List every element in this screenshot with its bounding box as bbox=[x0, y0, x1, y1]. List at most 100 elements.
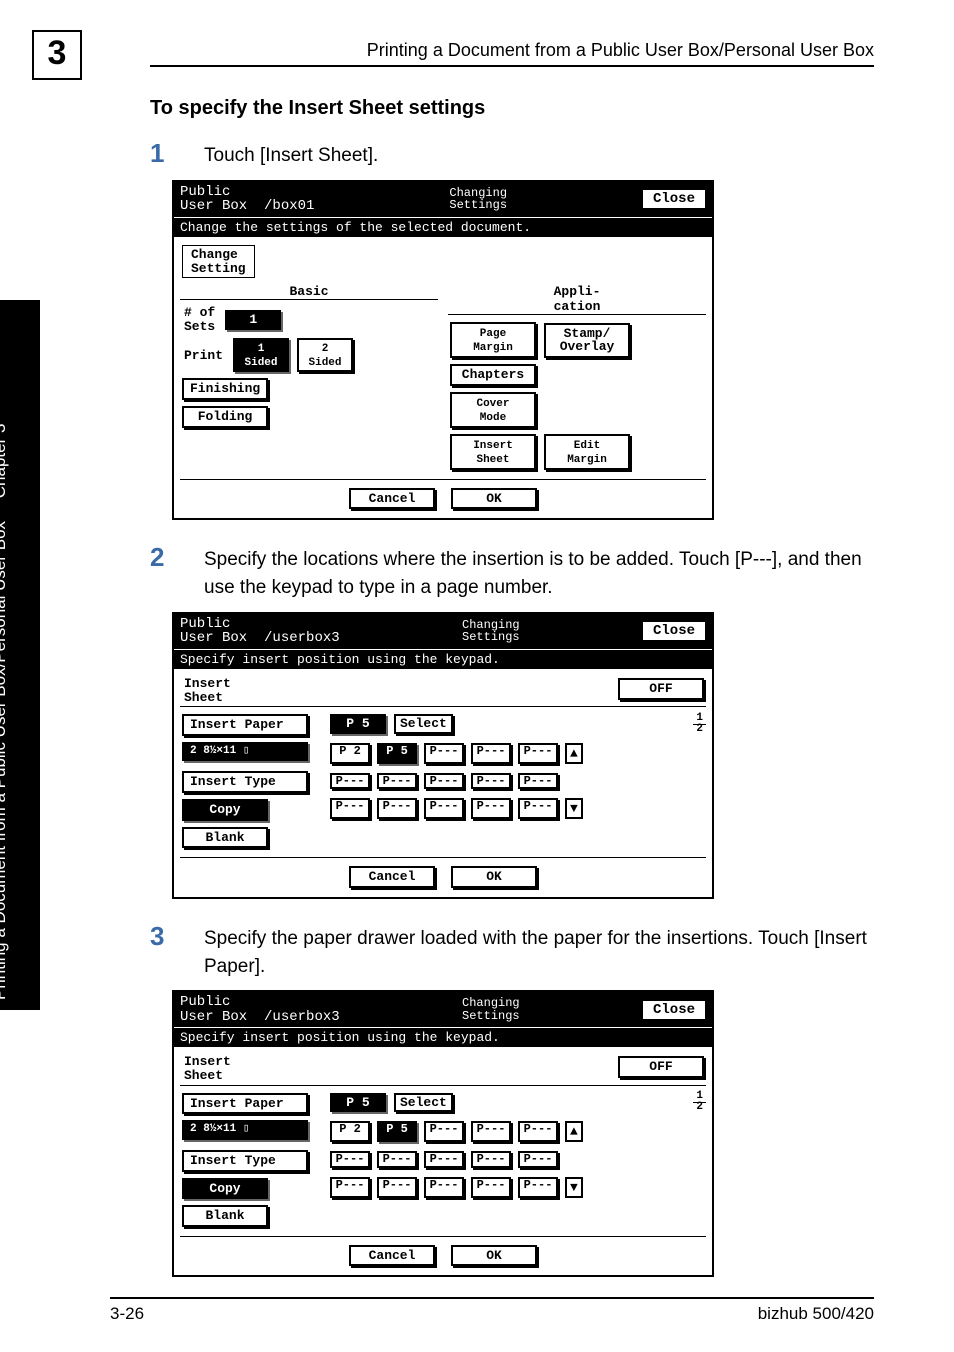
cover-mode-button[interactable]: CoverMode bbox=[450, 392, 536, 428]
sets-value[interactable]: 1 bbox=[225, 310, 281, 330]
footer-page-num: 3-26 bbox=[110, 1304, 144, 1324]
insert-paper-button[interactable]: Insert Paper bbox=[182, 714, 308, 736]
two-sided-button[interactable]: 2Sided bbox=[297, 338, 353, 372]
p-slot[interactable]: P--- bbox=[518, 1151, 558, 1168]
close-button[interactable]: Close bbox=[642, 189, 706, 209]
screenshot-2: Public User Box /userbox3 ChangingSettin… bbox=[172, 612, 874, 899]
p-slot[interactable]: P--- bbox=[518, 798, 558, 819]
step-2-num: 2 bbox=[150, 542, 204, 601]
cancel-button[interactable]: Cancel bbox=[349, 1245, 435, 1267]
blank-button[interactable]: Blank bbox=[182, 1205, 268, 1227]
edit-margin-button[interactable]: EditMargin bbox=[544, 434, 630, 470]
insert-paper-button[interactable]: Insert Paper bbox=[182, 1093, 308, 1115]
up-arrow[interactable]: ▲ bbox=[565, 1121, 583, 1142]
p-slot[interactable]: P--- bbox=[424, 798, 464, 819]
tray-indicator[interactable]: 2 8½×11 ▯ bbox=[182, 742, 308, 762]
p-slot[interactable]: P--- bbox=[377, 773, 417, 790]
p-slot[interactable]: P--- bbox=[471, 1177, 511, 1198]
p-slot[interactable]: P--- bbox=[518, 773, 558, 790]
screenshot-1: Public User Box /box01 ChangingSettings … bbox=[172, 180, 874, 521]
step-3-text: Specify the paper drawer loaded with the… bbox=[204, 921, 874, 980]
page-footer: 3-26 bizhub 500/420 bbox=[0, 1297, 954, 1324]
insert-type-button[interactable]: Insert Type bbox=[182, 771, 308, 793]
one-sided-button[interactable]: 1Sided bbox=[233, 338, 289, 372]
p-slot[interactable]: P--- bbox=[377, 1177, 417, 1198]
cancel-button[interactable]: Cancel bbox=[349, 488, 435, 510]
p-slot[interactable]: P--- bbox=[330, 798, 370, 819]
side-black-tab: Printing a Document from a Public User B… bbox=[0, 300, 40, 1010]
select-button[interactable]: Select bbox=[394, 1093, 453, 1113]
section-title: To specify the Insert Sheet settings bbox=[150, 97, 874, 120]
p-slot[interactable]: P--- bbox=[518, 1177, 558, 1198]
off-button[interactable]: OFF bbox=[618, 678, 704, 700]
step-3: 3 Specify the paper drawer loaded with t… bbox=[150, 921, 874, 980]
chapter-number: 3 bbox=[32, 30, 82, 80]
p-slot[interactable]: P--- bbox=[330, 1151, 370, 1168]
ok-button[interactable]: OK bbox=[451, 1245, 537, 1267]
insert-type-button[interactable]: Insert Type bbox=[182, 1150, 308, 1172]
up-arrow[interactable]: ▲ bbox=[565, 743, 583, 764]
step-1-text: Touch [Insert Sheet]. bbox=[204, 138, 378, 170]
p-slot[interactable]: P--- bbox=[471, 1121, 511, 1142]
p-slot[interactable]: P--- bbox=[424, 1177, 464, 1198]
step-2-text: Specify the locations where the insertio… bbox=[204, 542, 874, 601]
tray-indicator[interactable]: 2 8½×11 ▯ bbox=[182, 1120, 308, 1140]
p-slot[interactable]: P 5 bbox=[377, 1121, 417, 1142]
p-slot[interactable]: P 5 bbox=[377, 743, 417, 764]
s3-title2: User Box bbox=[180, 1009, 247, 1025]
insert-sheet-button[interactable]: InsertSheet bbox=[450, 434, 536, 470]
footer-model: bizhub 500/420 bbox=[758, 1304, 874, 1324]
p-slot[interactable]: P--- bbox=[424, 1121, 464, 1142]
s1-path: /box01 bbox=[264, 198, 314, 214]
copy-button[interactable]: Copy bbox=[182, 799, 268, 821]
s3-instruction: Specify insert position using the keypad… bbox=[174, 1027, 712, 1047]
s1-appli1: Appli- bbox=[554, 284, 601, 299]
off-button[interactable]: OFF bbox=[618, 1056, 704, 1078]
p-slot[interactable]: P--- bbox=[377, 798, 417, 819]
cancel-button[interactable]: Cancel bbox=[349, 866, 435, 888]
p-slot[interactable]: P--- bbox=[471, 798, 511, 819]
p-slot[interactable]: P--- bbox=[424, 773, 464, 790]
ok-button[interactable]: OK bbox=[451, 866, 537, 888]
p-slot[interactable]: P--- bbox=[424, 1151, 464, 1168]
step-2: 2 Specify the locations where the insert… bbox=[150, 542, 874, 601]
close-button[interactable]: Close bbox=[642, 621, 706, 641]
p-slot[interactable]: P--- bbox=[424, 743, 464, 764]
step-3-num: 3 bbox=[150, 921, 204, 980]
step-1: 1 Touch [Insert Sheet]. bbox=[150, 138, 874, 170]
page-fraction: 12 bbox=[693, 714, 706, 735]
page-fraction: 12 bbox=[693, 1092, 706, 1113]
p-slot[interactable]: P--- bbox=[377, 1151, 417, 1168]
p-slot[interactable]: P 2 bbox=[330, 743, 370, 764]
running-header-text: Printing a Document from a Public User B… bbox=[150, 40, 874, 61]
finishing-button[interactable]: Finishing bbox=[182, 378, 268, 400]
blank-button[interactable]: Blank bbox=[182, 827, 268, 849]
step-1-num: 1 bbox=[150, 138, 204, 170]
s1-appli2: cation bbox=[554, 299, 601, 314]
p-slot[interactable]: P--- bbox=[330, 773, 370, 790]
s3-title1: Public bbox=[180, 995, 340, 1010]
select-button[interactable]: Select bbox=[394, 714, 453, 734]
page-margin-button[interactable]: PageMargin bbox=[450, 322, 536, 358]
p-slot[interactable]: P--- bbox=[330, 1177, 370, 1198]
stamp-overlay-button[interactable]: Stamp/ Overlay bbox=[544, 323, 630, 358]
p-slot[interactable]: P--- bbox=[471, 1151, 511, 1168]
s3-sec2: Sheet bbox=[184, 1068, 223, 1083]
p-slot[interactable]: P--- bbox=[471, 743, 511, 764]
down-arrow[interactable]: ▼ bbox=[565, 798, 583, 819]
folding-button[interactable]: Folding bbox=[182, 406, 268, 428]
p-slot[interactable]: P--- bbox=[518, 1121, 558, 1142]
s2-sec2: Sheet bbox=[184, 690, 223, 705]
p-slot[interactable]: P--- bbox=[518, 743, 558, 764]
sidebar-section: Printing a Document from a Public User B… bbox=[0, 521, 9, 1000]
s2-instruction: Specify insert position using the keypad… bbox=[174, 649, 712, 669]
s3-path: /userbox3 bbox=[264, 1009, 340, 1025]
copy-button[interactable]: Copy bbox=[182, 1178, 268, 1200]
chapters-button[interactable]: Chapters bbox=[450, 364, 536, 386]
close-button[interactable]: Close bbox=[642, 1000, 706, 1020]
down-arrow[interactable]: ▼ bbox=[565, 1177, 583, 1198]
ok-button[interactable]: OK bbox=[451, 488, 537, 510]
p5-display: P 5 bbox=[330, 1093, 386, 1113]
p-slot[interactable]: P 2 bbox=[330, 1121, 370, 1142]
p-slot[interactable]: P--- bbox=[471, 773, 511, 790]
